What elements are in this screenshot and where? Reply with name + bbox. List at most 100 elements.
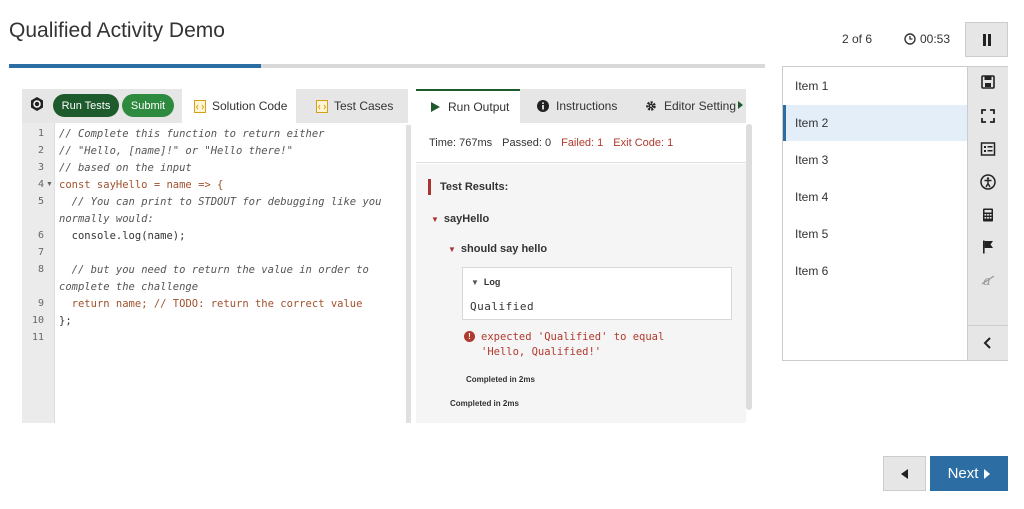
- tab-test-cases[interactable]: Test Cases: [304, 89, 408, 123]
- submit-button[interactable]: Submit: [122, 94, 174, 117]
- code-line: // based on the input: [59, 162, 192, 174]
- code-line: // You can print to STDOUT for debugging…: [59, 196, 388, 225]
- code-line: // "Hello, [name]!" or "Hello there!": [59, 145, 293, 157]
- line-number: 6: [37, 230, 44, 241]
- clock-icon: [904, 33, 916, 45]
- chevron-down-icon: ▼: [448, 244, 456, 254]
- editor-scrollbar[interactable]: [406, 125, 411, 423]
- fullscreen-icon[interactable]: [980, 108, 996, 124]
- strikethrough-answer-icon[interactable]: a: [980, 272, 996, 288]
- collapse-left-icon[interactable]: [980, 335, 996, 351]
- calculator-icon[interactable]: [980, 207, 996, 223]
- passed-count: Passed: 0: [502, 136, 552, 149]
- line-number: 4: [37, 179, 44, 190]
- describe-block[interactable]: ▼ sayHello: [431, 213, 489, 225]
- line-number: 5: [37, 196, 44, 207]
- item-list-panel: Item 1 Item 2 Item 3 Item 4 Item 5 Item …: [782, 66, 1008, 361]
- caret-right-icon: [984, 468, 991, 479]
- assertion-error: ! expected 'Qualified' to equal 'Hello, …: [464, 330, 724, 360]
- tab-label: Editor Setting: [663, 99, 736, 113]
- timer: 00:53: [904, 32, 950, 46]
- error-line: 'Hello, Qualified!': [481, 346, 602, 358]
- tab-label: Run Output: [448, 100, 510, 114]
- error-line: expected 'Qualified' to equal: [481, 331, 665, 343]
- tab-label: Instructions: [556, 99, 618, 113]
- tab-label: Test Cases: [334, 99, 394, 113]
- pause-button[interactable]: [965, 22, 1008, 57]
- log-toggle[interactable]: ▼ Log: [471, 277, 500, 287]
- tab-editor-settings[interactable]: Editor Setting: [632, 89, 736, 123]
- timer-value: 00:53: [920, 32, 951, 46]
- item-4[interactable]: Item 4: [783, 179, 967, 215]
- completed-time: Completed in 2ms: [450, 399, 519, 408]
- log-label: Log: [483, 277, 501, 287]
- code-line: // but you need to return the value in o…: [59, 264, 376, 293]
- accessibility-icon[interactable]: [980, 174, 996, 190]
- play-icon: [431, 102, 440, 112]
- tool-sidebar: a: [967, 67, 1008, 360]
- test-results-heading: Test Results:: [428, 179, 508, 195]
- run-tests-button[interactable]: Run Tests: [53, 94, 119, 117]
- code-editor-panel: Run Tests Submit Solution Code Test Case…: [22, 89, 408, 423]
- log-box: ▼ Log Qualified: [462, 267, 732, 320]
- progress-fill: [9, 64, 261, 68]
- tab-label: Solution Code: [212, 99, 288, 113]
- describe-label: sayHello: [443, 213, 490, 225]
- chevron-down-icon: ▼: [431, 214, 439, 224]
- code-line: console.log(name);: [59, 230, 186, 242]
- failed-count: Failed: 1: [561, 136, 604, 149]
- caret-left-icon: [901, 468, 908, 479]
- gear-icon: [646, 101, 656, 111]
- run-time: Time: 767ms: [429, 136, 493, 149]
- fold-arrow-icon[interactable]: ▼: [46, 181, 53, 188]
- run-output-panel: Run Output Instructions Editor Setting T…: [416, 89, 746, 423]
- it-block[interactable]: ▼ should say hello: [448, 243, 547, 255]
- line-number: 10: [31, 315, 44, 326]
- pause-icon: [982, 33, 991, 46]
- log-output: Qualified: [470, 300, 535, 313]
- page-title: Qualified Activity Demo: [9, 19, 225, 42]
- editor-tab-bar: Run Tests Submit Solution Code Test Case…: [22, 89, 408, 123]
- output-tab-bar: Run Output Instructions Editor Setting: [416, 89, 746, 123]
- item-2[interactable]: Item 2: [783, 105, 967, 141]
- tab-run-output[interactable]: Run Output: [416, 89, 520, 123]
- item-counter: 2 of 6: [842, 32, 873, 46]
- chevron-down-icon: ▼: [471, 277, 479, 287]
- tab-instructions[interactable]: Instructions: [524, 89, 628, 123]
- tabs-scroll-right-icon[interactable]: [738, 101, 743, 109]
- item-5[interactable]: Item 5: [783, 216, 967, 252]
- file-code-icon: [194, 99, 206, 113]
- code-line: return name; // TODO: return the correct…: [59, 298, 363, 310]
- line-number-gutter: 1 2 3 4 ▼ 5 6 7 8 9 10 11: [22, 123, 54, 423]
- it-label: should say hello: [460, 243, 548, 255]
- code-line: // Complete this function to return eith…: [59, 128, 325, 140]
- next-label: Next: [947, 465, 979, 482]
- code-line: const sayHello = name => {: [59, 179, 224, 191]
- line-number: 11: [31, 332, 44, 343]
- run-status-bar: Time: 767ms Passed: 0 Failed: 1 Exit Cod…: [416, 123, 746, 163]
- next-button[interactable]: Next: [930, 456, 1008, 491]
- code-text-area[interactable]: // Complete this function to return eith…: [54, 123, 408, 423]
- qualified-logo-icon[interactable]: [29, 96, 45, 112]
- info-icon: [537, 100, 549, 112]
- exit-code: Exit Code: 1: [613, 136, 674, 149]
- tab-solution-code[interactable]: Solution Code: [182, 89, 296, 123]
- error-icon: !: [464, 331, 475, 342]
- flag-icon[interactable]: [980, 239, 996, 255]
- line-number: 7: [37, 247, 44, 258]
- line-number: 1: [37, 128, 44, 139]
- save-icon[interactable]: [980, 74, 996, 90]
- back-button[interactable]: [883, 456, 926, 491]
- checklist-icon[interactable]: [980, 141, 996, 157]
- item-1[interactable]: Item 1: [783, 68, 967, 104]
- code-line: };: [59, 315, 72, 327]
- item-6[interactable]: Item 6: [783, 253, 967, 289]
- divider: [968, 325, 1008, 326]
- line-number: 9: [37, 298, 44, 309]
- progress-bar: [9, 64, 765, 68]
- file-code-icon: [316, 99, 328, 113]
- line-number: 2: [37, 145, 44, 156]
- completed-time: Completed in 2ms: [466, 375, 535, 384]
- item-3[interactable]: Item 3: [783, 142, 967, 178]
- output-scrollbar[interactable]: [746, 124, 752, 410]
